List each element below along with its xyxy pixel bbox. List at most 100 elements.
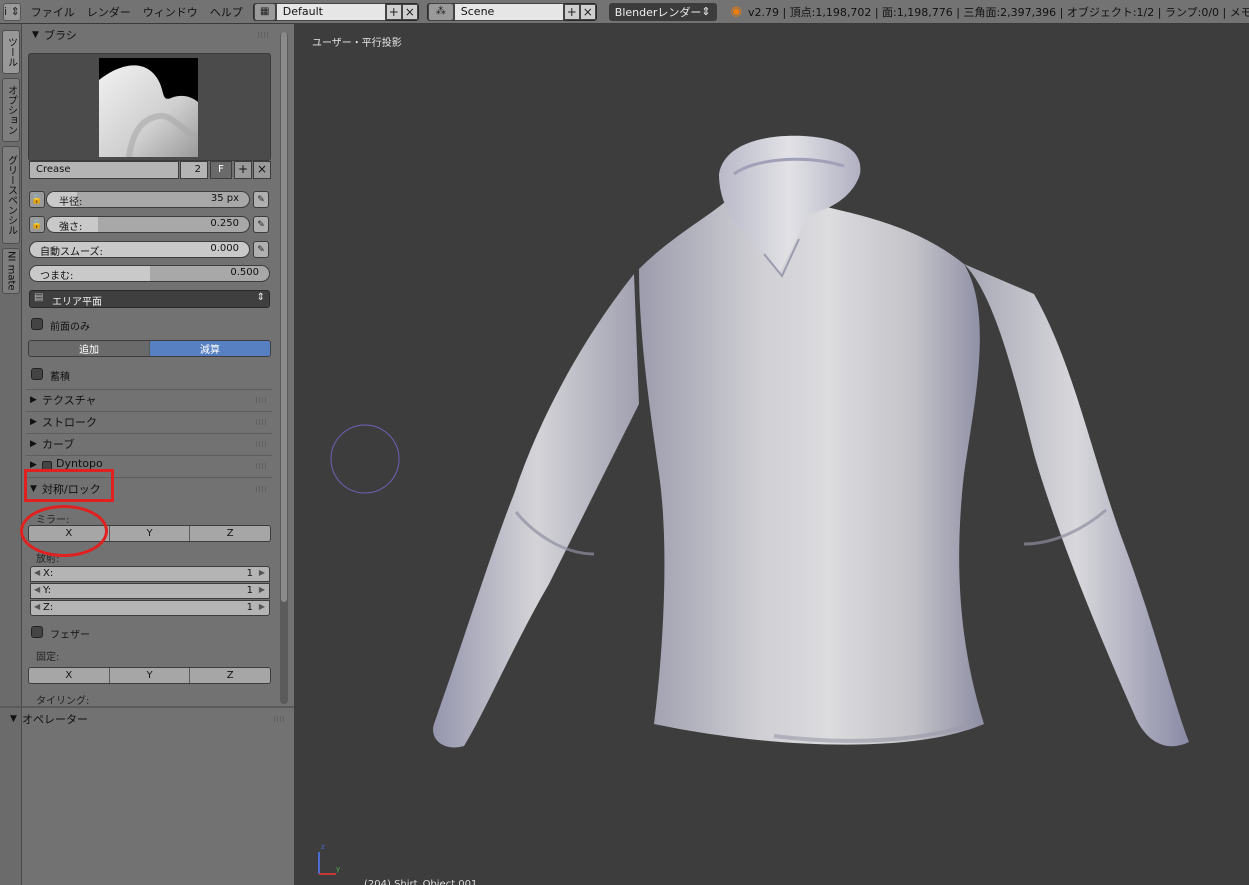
pinch-slider[interactable]: つまむ: 0.500 (29, 265, 270, 282)
unlink-brush-button[interactable]: × (253, 161, 271, 179)
radial-y-value: 1 (246, 585, 253, 596)
axis-gizmo-icon: z y (318, 843, 340, 875)
feather-label: フェザー (50, 630, 90, 641)
panel-scrollbar[interactable] (280, 32, 288, 704)
scrollbar-thumb[interactable] (281, 32, 287, 602)
accumulate-checkbox[interactable] (31, 368, 43, 380)
accumulate-label: 蓄積 (50, 372, 70, 383)
mirror-y-button[interactable]: Y (109, 526, 191, 541)
chevron-updown-icon: ⇕ (10, 5, 20, 18)
menu-help[interactable]: ヘルプ (210, 4, 243, 20)
radius-unit-toggle[interactable]: 🔓 (29, 191, 45, 208)
brush-panel-header[interactable]: ▼ ブラシ (28, 25, 274, 45)
brush-preview-box[interactable] (28, 53, 271, 161)
direction-subtract-button[interactable]: 減算 (150, 341, 270, 356)
lock-z-button[interactable]: Z (190, 668, 270, 683)
lock-icon: 🔓 (31, 194, 43, 205)
sculpt-plane-dropdown[interactable]: ▤ エリア平面 ⇕ (29, 290, 270, 308)
render-engine-dropdown[interactable]: Blenderレンダー ⇕ (608, 2, 717, 21)
radius-slider[interactable]: 半径: 35 px (46, 191, 250, 208)
autosmooth-pressure-toggle[interactable]: ✎ (253, 241, 269, 258)
mirror-z-button[interactable]: Z (190, 526, 270, 541)
add-icon[interactable]: + (563, 3, 580, 20)
panel-grip-icon[interactable] (258, 32, 270, 38)
direction-toggle: 追加 減算 (28, 340, 271, 357)
pen-pressure-icon: ✎ (257, 219, 265, 230)
radial-z-field[interactable]: ◀ Z: 1 ▶ (30, 600, 270, 616)
increment-arrow-icon[interactable]: ▶ (259, 602, 265, 611)
divider (0, 706, 294, 708)
radius-pressure-toggle[interactable]: ✎ (253, 191, 269, 208)
curve-panel-header[interactable]: ▶ カーブ (26, 434, 272, 454)
screen-layout-name[interactable]: Default (275, 2, 386, 21)
autosmooth-slider[interactable]: 自動スムーズ: 0.000 (29, 241, 250, 258)
increment-arrow-icon[interactable]: ▶ (259, 568, 265, 577)
front-faces-label: 前面のみ (50, 322, 90, 333)
feather-checkbox[interactable] (31, 626, 43, 638)
add-brush-button[interactable]: + (234, 161, 252, 179)
radial-y-field[interactable]: ◀ Y: 1 ▶ (30, 583, 270, 599)
tab-options[interactable]: オプション (2, 78, 20, 142)
annotation-highlight-circle (20, 505, 108, 557)
radial-x-field[interactable]: ◀ X: 1 ▶ (30, 566, 270, 582)
render-engine-label: Blenderレンダー (614, 5, 702, 19)
increment-arrow-icon[interactable]: ▶ (259, 585, 265, 594)
radial-x-value: 1 (246, 568, 253, 579)
stroke-panel-title: ストローク (42, 416, 97, 429)
expanded-arrow-icon: ▼ (10, 714, 17, 724)
texture-panel-title: テクスチャ (42, 394, 97, 407)
blender-logo-icon: ◉ (730, 4, 742, 19)
decrement-arrow-icon[interactable]: ◀ (34, 585, 40, 594)
brush-users-count[interactable]: 2 (180, 161, 208, 179)
panel-grip-icon[interactable] (256, 486, 268, 492)
stroke-panel-header[interactable]: ▶ ストローク (26, 412, 272, 432)
expanded-arrow-icon: ▼ (32, 30, 39, 40)
fake-user-button[interactable]: F (210, 161, 232, 179)
scene-selector[interactable]: ⁂ Scene + × (426, 2, 597, 21)
panel-grip-icon[interactable] (256, 419, 268, 425)
radius-value: 35 px (210, 193, 239, 204)
panel-grip-icon[interactable] (256, 441, 268, 447)
3d-viewport[interactable]: ユーザー・平行投影 z y (204) Shirt_Object.001 (294, 24, 1249, 885)
panel-grip-icon[interactable] (256, 463, 268, 469)
tab-ni-mate[interactable]: NI mate (2, 248, 20, 294)
radial-z-value: 1 (246, 602, 253, 613)
close-icon[interactable]: × (401, 3, 418, 20)
strength-pressure-toggle[interactable]: ✎ (253, 216, 269, 233)
panel-grip-icon[interactable] (274, 716, 286, 722)
scene-name[interactable]: Scene (453, 2, 564, 21)
panel-grip-icon[interactable] (256, 397, 268, 403)
tab-grease-pencil[interactable]: グリースペンシル (2, 146, 20, 244)
add-icon: + (237, 162, 249, 176)
strength-slider[interactable]: 強さ: 0.250 (46, 216, 250, 233)
operator-panel-header[interactable]: ▼ オペレーター (6, 709, 290, 729)
scene-statistics: v2.79 | 頂点:1,198,702 | 面:1,198,776 | 三角面… (747, 5, 1249, 19)
plane-icon: ▤ (34, 292, 44, 303)
lock-y-button[interactable]: Y (109, 668, 191, 683)
direction-add-button[interactable]: 追加 (29, 341, 150, 356)
svg-text:z: z (321, 843, 325, 851)
editor-type-menu[interactable]: i ⇕ (3, 2, 21, 21)
strength-unified-toggle[interactable]: 🔒 (29, 216, 45, 233)
layout-icon: ▦ (253, 2, 276, 21)
close-icon[interactable]: × (579, 3, 596, 20)
menu-file[interactable]: ファイル (31, 4, 75, 20)
radius-label: 半径: (59, 197, 83, 208)
texture-panel-header[interactable]: ▶ テクスチャ (26, 390, 272, 410)
tab-tools[interactable]: ツール (2, 30, 20, 74)
collapsed-arrow-icon: ▶ (30, 417, 37, 427)
front-faces-checkbox[interactable] (31, 318, 43, 330)
add-icon[interactable]: + (385, 3, 402, 20)
screen-layout-selector[interactable]: ▦ Default + × (252, 2, 419, 21)
decrement-arrow-icon[interactable]: ◀ (34, 602, 40, 611)
lock-x-button[interactable]: X (29, 668, 110, 683)
chevron-updown-icon: ⇕ (701, 5, 711, 18)
dyntopo-panel-header[interactable]: ▶ Dyntopo (26, 456, 272, 470)
menu-window[interactable]: ウィンドウ (143, 4, 198, 20)
brush-name-field[interactable]: Crease (29, 161, 179, 179)
autosmooth-value: 0.000 (210, 243, 239, 254)
active-object-label: (204) Shirt_Object.001 (364, 879, 478, 885)
menu-render[interactable]: レンダー (87, 4, 131, 20)
shirt-model: z y (318, 135, 1189, 875)
decrement-arrow-icon[interactable]: ◀ (34, 568, 40, 577)
